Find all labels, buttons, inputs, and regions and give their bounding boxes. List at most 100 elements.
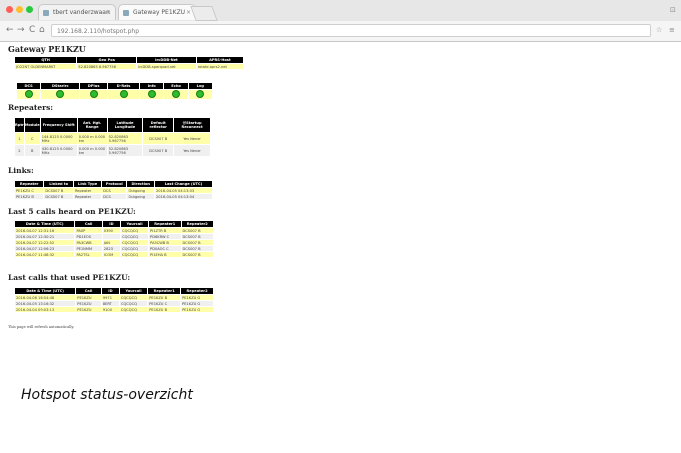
url-text: 192.168.2.110/hotspot.php <box>57 28 140 35</box>
table-cell: 0.000 m 0.000 km <box>76 144 108 157</box>
tab-2-label: Gateway PE1KZU <box>133 9 186 16</box>
bookmark-star-icon[interactable]: ☆ <box>656 26 662 34</box>
table-row: JO22NT OLDENMARKT 52.820863 6.967756 irc… <box>13 63 245 70</box>
table-cell: Yes Never <box>173 132 211 145</box>
col-header: DPlus <box>79 82 109 90</box>
table-cell: 0.000 m 0.000 km <box>76 132 108 145</box>
table-cell <box>139 89 165 100</box>
page-title: Gateway PE1KZU <box>8 44 86 54</box>
links-table: Repeater Linked to Link Type Protocol Di… <box>13 180 213 200</box>
table-row <box>15 89 214 100</box>
used-heading: Last calls that used PE1KZU: <box>8 273 131 282</box>
table-cell: 2 <box>14 144 25 157</box>
menu-icon[interactable]: ≡ <box>669 26 675 34</box>
status-led-icon <box>196 90 205 98</box>
tab-1[interactable]: tbert vanderzwaan × <box>38 4 116 20</box>
back-button[interactable]: ← <box>6 24 14 36</box>
table-cell <box>107 89 141 100</box>
col-header: Date & Time (UTC) <box>13 287 77 295</box>
table-cell: 52.820863 5.967756 <box>106 132 144 145</box>
table-row: 2016-04-04 09:03:13 PE1KZU 9100 CQCQCQ P… <box>13 306 214 313</box>
table-cell: 52.820863 6.967756 <box>76 63 138 70</box>
table-cell: 430.8125 0.0000 MHz <box>39 144 78 157</box>
table-cell: B <box>23 144 41 157</box>
table-cell: 2016-04-07 11:48:32 <box>13 251 76 258</box>
col-header: Info <box>139 82 165 90</box>
col-header: D-Rats <box>107 82 141 90</box>
table-cell: Repeater <box>72 193 103 200</box>
table-cell: 1 <box>14 132 25 145</box>
repeaters-table: Rptr Module Frequency Shift Ant. Hgt. Ra… <box>14 117 211 157</box>
col-header: Latitude Longitude <box>106 117 144 133</box>
table-cell <box>187 89 214 100</box>
col-header: Geo Pos <box>76 56 138 64</box>
refresh-note: This page will refresh automatically. <box>8 325 75 329</box>
table-cell <box>163 89 189 100</box>
forward-button[interactable]: → <box>17 24 25 36</box>
status-table: DCS DStarIrc DPlus D-Rats Info Echo Log <box>15 82 214 100</box>
tab-1-label: tbert vanderzwaan <box>53 9 110 16</box>
status-led-icon <box>24 90 33 98</box>
close-window-icon[interactable] <box>6 6 13 13</box>
new-tab-button[interactable] <box>190 6 218 21</box>
table-row: PE1KZU B DCS007 B Repeater DCS Outgoing … <box>13 193 213 200</box>
col-header: Log <box>187 82 214 90</box>
heard-table: Date & Time (UTC) Call ID Yourcall Repea… <box>13 220 215 258</box>
col-header: Call <box>75 287 102 295</box>
col-header: Ant. Hgt. Range <box>76 117 108 133</box>
close-tab-icon[interactable]: × <box>106 5 111 20</box>
table-cell <box>79 89 109 100</box>
caption: Hotspot status-overzicht <box>21 387 193 403</box>
table-cell: rotate.aprs2.net <box>195 63 245 70</box>
repeaters-heading: Repeaters: <box>8 103 54 112</box>
col-header: Linked to <box>43 180 74 188</box>
table-cell: 144.8125 0.0000 MHz <box>39 132 78 145</box>
col-header: Yourcall <box>120 220 150 228</box>
table-cell: 9100 <box>100 306 120 313</box>
table-cell: C <box>23 132 41 145</box>
col-header: Date & Time (UTC) <box>13 220 76 228</box>
favicon-icon <box>123 10 129 16</box>
table-cell <box>40 89 81 100</box>
table-cell: PE1KZU G <box>180 306 214 313</box>
table-row: 1 C 144.8125 0.0000 MHz 0.000 m 0.000 km… <box>14 132 211 145</box>
col-header: Repeater <box>13 180 45 188</box>
table-cell: DCS007 B <box>142 144 175 157</box>
col-header: Direction <box>126 180 155 188</box>
table-cell: JO22NT OLDENMARKT <box>13 63 78 70</box>
col-header: Repeater2 <box>180 287 214 295</box>
maximize-window-icon[interactable] <box>26 6 33 13</box>
table-cell: ircDDB-sparquad.net <box>136 63 197 70</box>
used-table: Date & Time (UTC) Call ID Yourcall Repea… <box>13 287 214 313</box>
table-cell: PE1KZU B <box>13 193 45 200</box>
status-led-icon <box>119 90 128 98</box>
table-cell: DCS007 B <box>142 132 175 145</box>
status-led-icon <box>172 90 181 98</box>
col-header: Module <box>23 117 41 133</box>
col-header: Last Change (UTC) <box>154 180 213 188</box>
minimize-window-icon[interactable] <box>16 6 23 13</box>
col-header: Protocol <box>101 180 128 188</box>
profile-icon[interactable]: ⊡ <box>670 6 676 14</box>
table-cell <box>15 89 42 100</box>
table-cell: 2016-04-04 09:03:13 <box>13 306 77 313</box>
table-cell: ICOM <box>101 251 122 258</box>
table-cell: 52.820863 5.967756 <box>106 144 144 157</box>
home-button[interactable]: ⌂ <box>39 24 45 36</box>
col-header: Call <box>74 220 103 228</box>
reload-button[interactable]: C <box>29 24 35 36</box>
status-led-icon <box>56 90 65 98</box>
table-cell: PE1KZU B <box>147 306 182 313</box>
table-cell: Outgoing <box>126 193 155 200</box>
col-header: IrcDDB-Net <box>136 56 197 64</box>
col-header: Link Type <box>72 180 103 188</box>
col-header: Rptr <box>14 117 25 133</box>
table-cell: PE1KZU <box>75 306 102 313</box>
col-header: Yourcall <box>118 287 149 295</box>
col-header: @Startup Reconnect <box>173 117 211 133</box>
heard-heading: Last 5 calls heard on PE1KZU: <box>8 207 136 216</box>
tab-2[interactable]: Gateway PE1KZU × <box>118 4 196 20</box>
col-header: Default reflector <box>142 117 175 133</box>
col-header: DCS <box>15 82 42 90</box>
address-bar[interactable]: 192.168.2.110/hotspot.php <box>51 24 651 37</box>
